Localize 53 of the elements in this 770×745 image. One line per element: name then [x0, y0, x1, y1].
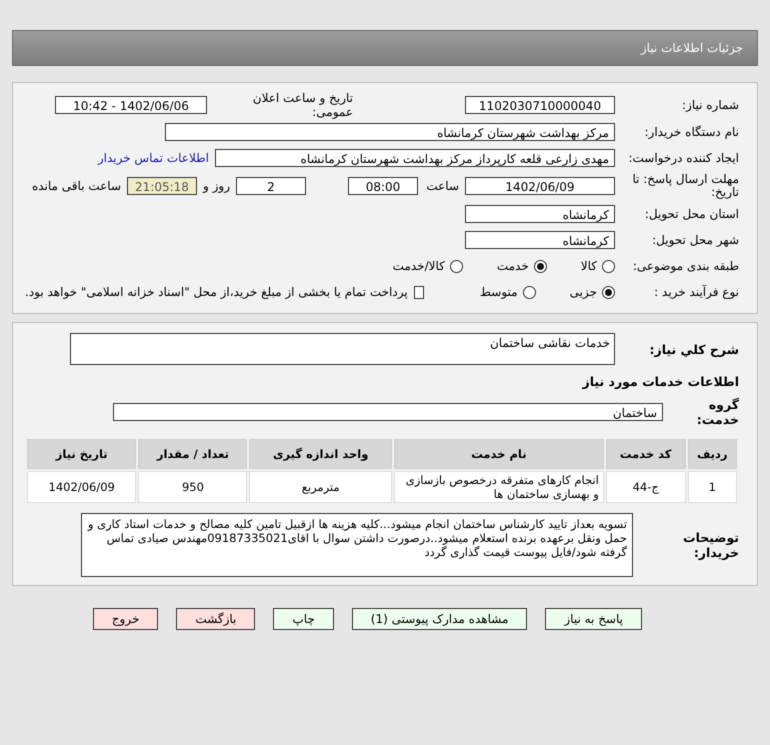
action-button[interactable]: چاپ: [273, 608, 334, 630]
field-label: شماره نیاز:: [681, 98, 739, 112]
time-field: 08:00: [348, 177, 418, 195]
action-button[interactable]: مشاهده مدارک پیوستی (1): [352, 608, 528, 630]
column-header: ردیف: [688, 439, 737, 469]
field-label: ساعت: [425, 179, 459, 193]
radio-button[interactable]: [522, 286, 536, 298]
table-cell: انجام کارهای متفرقه درخصوص بازسازی و بهسازی ساختمان ها: [394, 471, 604, 503]
field-label: استان محل تحویل:: [644, 207, 739, 221]
contact-link[interactable]: اطلاعات تماس خریدار: [98, 151, 209, 165]
radio-button[interactable]: [534, 260, 547, 272]
table-cell: مترمربع: [249, 471, 392, 503]
field-label: مهلت ارسال پاسخ: تا تاریخ:: [631, 173, 739, 199]
radio-button[interactable]: [602, 260, 615, 272]
notes-field: تسویه بعداز تایید کارشناس ساختمان انجام میشود...کلیه هزینه ها ازقبیل تامین کلیه مصالح و خدمات استاد کاری و حمل ونقل برعهده برنده استعلام میشود..درصورت داشتن سوال با اقای09187335021مهندس صیادی تماس گرفته شود/فایل پیوست قیمت گذاری گردد: [81, 513, 633, 577]
page-title-bar: جزئیات اطلاعات نیاز: [12, 30, 758, 66]
date-field: 1402/06/09: [465, 177, 615, 195]
countdown-field: 21:05:18: [127, 177, 197, 195]
field-label: نوع فرآیند خرید :: [653, 285, 739, 299]
radio-button[interactable]: [450, 260, 463, 272]
field-label: روز و: [203, 179, 230, 193]
column-header: نام خدمت: [394, 439, 604, 469]
field-label: تاریخ و ساعت اعلان عمومی:: [252, 91, 353, 119]
field-label: شرح کلي نياز:: [648, 342, 739, 356]
field-label: توضیحات خریدار:: [682, 530, 739, 560]
option-label: خدمت: [496, 259, 529, 273]
column-header: کد خدمت: [606, 439, 686, 469]
table-cell: 1: [688, 471, 737, 503]
days-field: 2: [236, 177, 306, 195]
field-label: شهر محل تحویل:: [651, 233, 739, 247]
option-label: جزیی: [570, 285, 597, 299]
section-heading: اطلاعات خدمات مورد نیاز: [582, 374, 739, 388]
field-label: گروه خدمت:: [696, 397, 739, 427]
action-button[interactable]: بازگشت: [176, 608, 256, 630]
field-label: نام دستگاه خریدار:: [644, 125, 739, 139]
column-header: تاریخ نیاز: [27, 439, 136, 469]
radio-button[interactable]: [602, 286, 615, 298]
description-field: خدمات نقاشی ساختمان: [70, 333, 615, 365]
field-label: طبقه بندی موضوعی:: [632, 259, 739, 273]
field-label: ساعت باقی مانده: [32, 179, 121, 193]
table-cell: 950: [138, 471, 248, 503]
action-button[interactable]: پاسخ به نیاز: [545, 608, 642, 630]
checkbox-label: پرداخت تمام یا بخشی از مبلغ خرید،از محل "اسناد خزانه اسلامی" خواهد بود.: [25, 285, 408, 299]
column-header: تعداد / مقدار: [138, 439, 248, 469]
field-label: ایجاد کننده درخواست:: [627, 151, 739, 165]
column-header: واحد اندازه گیری: [249, 439, 392, 469]
option-label: متوسط: [480, 285, 518, 299]
action-button[interactable]: خروج: [92, 608, 158, 630]
option-label: کالا: [580, 259, 597, 273]
option-label: کالا/خدمت: [392, 259, 445, 273]
checkbox[interactable]: [414, 286, 424, 298]
table-cell: ج-44: [606, 471, 686, 503]
table-cell: 1402/06/09: [27, 471, 136, 503]
